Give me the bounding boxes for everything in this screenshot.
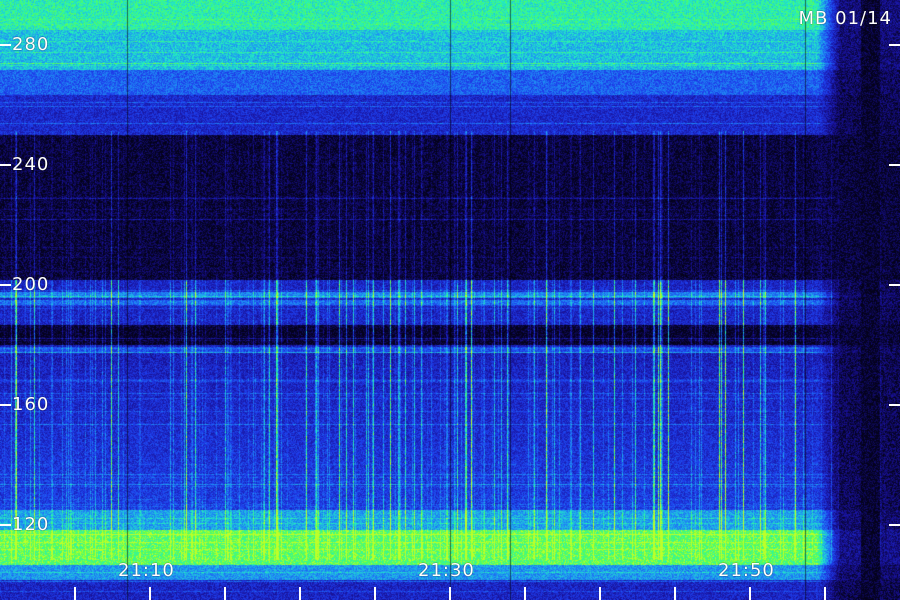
- y-tick-left-160: [0, 404, 11, 406]
- station-date-label: MB 01/14: [798, 8, 892, 29]
- x-tick-2: [149, 587, 151, 600]
- x-tick-6: [449, 587, 451, 600]
- spectrogram-panel: MB 01/14 280 240 200 160 120 21:10 21:30…: [0, 0, 900, 600]
- y-tick-right-240: [889, 164, 900, 166]
- y-tick-left-120: [0, 524, 11, 526]
- x-tick-label-2110: 21:10: [118, 560, 175, 581]
- y-tick-left-200: [0, 284, 11, 286]
- y-tick-right-160: [889, 404, 900, 406]
- y-tick-label-120: 120: [12, 514, 50, 535]
- x-tick-10: [749, 587, 751, 600]
- x-tick-5: [374, 587, 376, 600]
- x-tick-3: [224, 587, 226, 600]
- y-tick-left-280: [0, 44, 11, 46]
- x-tick-label-2150: 21:50: [718, 560, 775, 581]
- x-tick-8: [599, 587, 601, 600]
- y-tick-label-280: 280: [12, 34, 50, 55]
- y-tick-right-280: [889, 44, 900, 46]
- y-tick-left-240: [0, 164, 11, 166]
- x-tick-1: [74, 587, 76, 600]
- y-tick-label-240: 240: [12, 154, 50, 175]
- spectrogram-image: [0, 0, 900, 600]
- x-tick-label-2130: 21:30: [418, 560, 475, 581]
- x-tick-9: [674, 587, 676, 600]
- x-tick-11: [824, 587, 826, 600]
- x-tick-7: [524, 587, 526, 600]
- y-tick-label-160: 160: [12, 394, 50, 415]
- y-tick-right-120: [889, 524, 900, 526]
- y-tick-label-200: 200: [12, 274, 50, 295]
- x-tick-4: [299, 587, 301, 600]
- y-tick-right-200: [889, 284, 900, 286]
